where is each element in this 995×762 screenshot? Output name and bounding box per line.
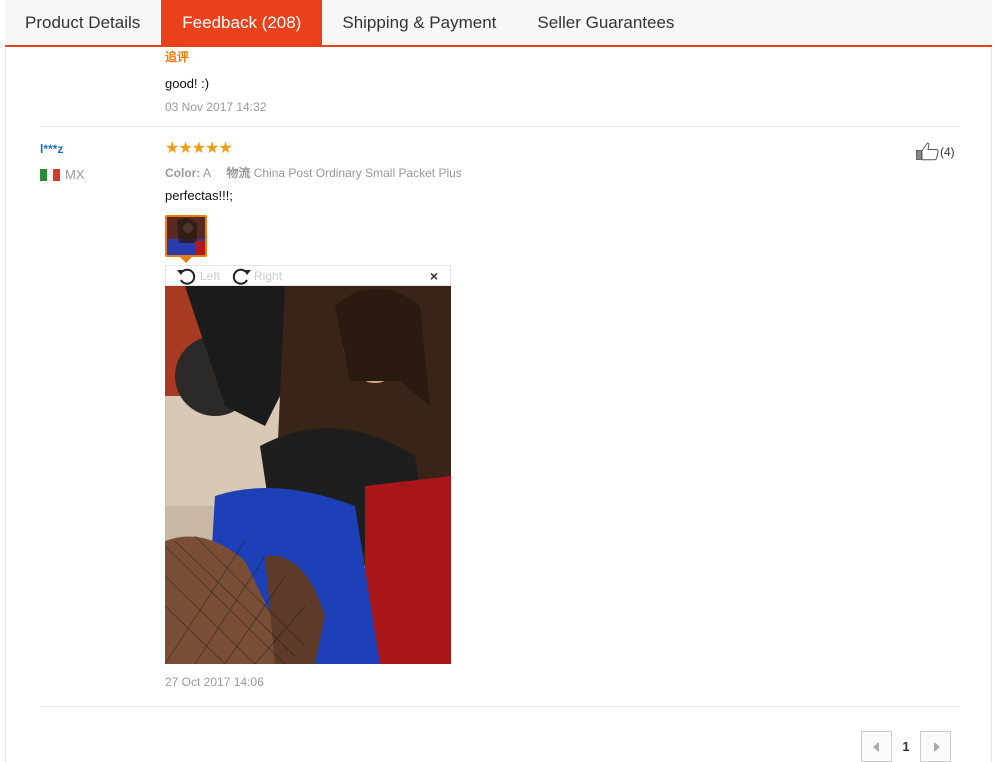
prev-page-button[interactable] [861,731,892,762]
review-divider [40,126,958,127]
tab-seller-guarantees[interactable]: Seller Guarantees [517,0,695,45]
rotate-right-icon [232,268,252,285]
chevron-right-icon [933,741,940,752]
review-photo-thumbnail[interactable] [165,215,207,257]
helpful-button[interactable]: (4) [915,142,955,161]
rotate-left-icon [177,268,196,285]
rotate-right-label: Right [254,268,283,283]
star-icon: ★ [178,140,193,157]
logistics-attr-label: 物流 [226,166,251,180]
review-divider [40,706,958,707]
thumbs-up-icon [916,142,939,161]
thumbnail-indicator [180,257,192,263]
order-attributes: Color: A 物流 China Post Ordinary Small Pa… [165,164,462,181]
mexico-flag-icon [40,168,61,181]
review-text: perfectas!!!; [165,188,233,203]
chevron-left-icon [872,741,879,752]
feedback-panel [5,0,992,762]
star-rating: ★ ★ ★ ★ ★ [165,140,233,157]
reviewer-name[interactable]: l***z [40,142,63,156]
tab-shipping-payment[interactable]: Shipping & Payment [322,0,517,45]
current-page[interactable]: 1 [892,731,920,762]
reviewer-country: MX [40,167,85,182]
pagination: 1 [861,731,951,762]
star-icon: ★ [205,140,220,157]
star-icon: ★ [218,140,233,157]
helpful-count: (4) [940,144,955,159]
review-photo-large [165,286,451,664]
review-date: 03 Nov 2017 14:32 [165,100,267,114]
rotate-left-button[interactable]: Left [176,267,220,285]
country-code: MX [65,167,85,182]
tab-bar: Product Details Feedback (208) Shipping … [5,0,992,47]
review-date: 27 Oct 2017 14:06 [165,675,264,689]
logistics-attr-value: China Post Ordinary Small Packet Plus [253,166,462,180]
additional-feedback-label: 追评 [165,50,190,64]
next-page-button[interactable] [920,731,951,762]
review-text: good! :) [165,76,210,91]
tab-product-details[interactable]: Product Details [5,0,161,45]
color-attr-value: A [203,166,212,180]
star-icon: ★ [191,140,207,157]
tab-feedback[interactable]: Feedback (208) [161,0,323,45]
photo-viewer-toolbar: Left Right × [165,265,451,286]
star-icon: ★ [165,140,180,157]
close-viewer-button[interactable]: × [430,268,438,284]
rotate-right-button[interactable]: Right [230,267,282,285]
rotate-left-label: Left [200,268,221,283]
color-attr-label: Color: [165,166,201,180]
